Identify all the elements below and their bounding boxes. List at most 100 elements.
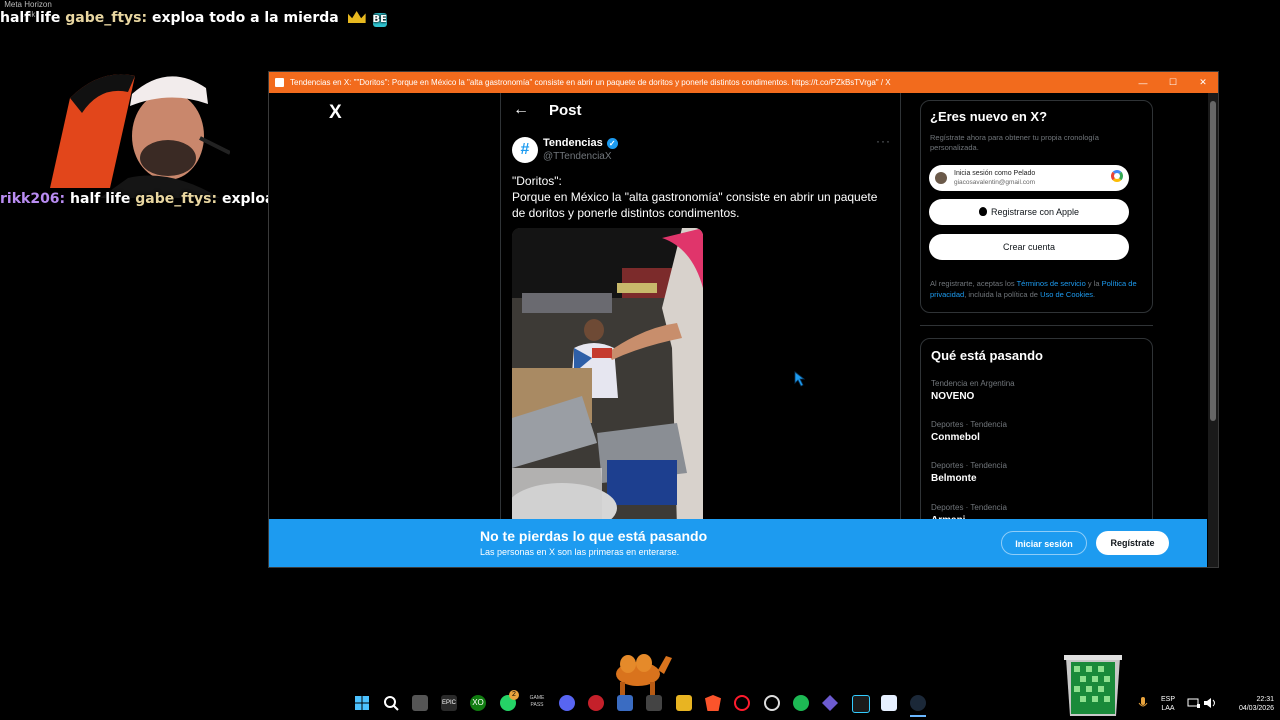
- whatsapp-notification-badge: 2: [509, 690, 519, 700]
- post-video[interactable]: [512, 228, 703, 528]
- apple-signup-button[interactable]: Registrarse con Apple: [929, 199, 1129, 225]
- search-icon[interactable]: [383, 695, 399, 711]
- brave-browser-icon[interactable]: [705, 695, 721, 711]
- post-text-line: "Doritos":: [512, 174, 562, 188]
- browser-window: Tendencias en X: ""Doritos": Porque en M…: [268, 71, 1219, 568]
- trend-meta: Deportes · Tendencia: [931, 503, 1007, 512]
- post-column: ← Post # Tendencias ✓ @TTendenciaX ··· "…: [500, 93, 901, 548]
- clock-time: 22:31: [1256, 696, 1274, 703]
- crown-icon: [347, 11, 366, 23]
- page-scrollbar[interactable]: [1208, 93, 1218, 567]
- keyboard-layout: LAA: [1161, 705, 1175, 712]
- spotify-icon[interactable]: [793, 695, 809, 711]
- windows-start-icon[interactable]: [354, 695, 370, 711]
- chat-keyword: half life: [0, 10, 61, 26]
- close-button[interactable]: ✕: [1188, 77, 1218, 88]
- terms-text: y la: [1085, 279, 1102, 288]
- signup-subtitle: Regístrate ahora para obtener tu propia …: [930, 133, 1099, 152]
- signup-terms: Al registrarte, aceptas los Términos de …: [930, 279, 1148, 300]
- xbox-game-pass-icon[interactable]: GAME PASS: [529, 695, 545, 711]
- trend-meta: Deportes · Tendencia: [931, 420, 1007, 429]
- google-logo-icon: [1111, 170, 1123, 182]
- author-avatar[interactable]: #: [512, 137, 538, 163]
- scrollbar-thumb[interactable]: [1210, 101, 1216, 421]
- register-button[interactable]: Regístrate: [1096, 531, 1169, 555]
- mouse-cursor-icon: [794, 371, 806, 387]
- login-button[interactable]: Iniciar sesión: [1001, 531, 1087, 555]
- trend-item[interactable]: Deportes · Tendencia Conmebol: [931, 420, 1007, 443]
- app-gray-icon[interactable]: [646, 695, 662, 711]
- webcam-feed: [40, 58, 230, 198]
- trend-name: Belmonte: [931, 473, 977, 484]
- volume-icon[interactable]: [1202, 695, 1218, 711]
- banner-subtitle: Las personas en X son las primeras en en…: [480, 547, 680, 557]
- signup-title: ¿Eres nuevo en X?: [930, 109, 1048, 124]
- apple-logo-icon: [978, 207, 987, 216]
- network-icon[interactable]: [1186, 695, 1202, 711]
- google-signin-label: Inicia sesión como Pelado: [954, 170, 1036, 177]
- window-titlebar[interactable]: Tendencias en X: ""Doritos": Porque en M…: [269, 72, 1218, 93]
- maximize-button[interactable]: ☐: [1158, 77, 1188, 88]
- app-blue-icon[interactable]: [617, 695, 633, 711]
- more-options-icon[interactable]: ···: [876, 134, 891, 148]
- terminal-icon[interactable]: [852, 695, 870, 713]
- trend-item[interactable]: Tendencia en Argentina NOVENO: [931, 379, 1015, 402]
- page-title: Post: [549, 101, 582, 119]
- cookies-link[interactable]: Uso de Cookies: [1040, 290, 1093, 299]
- terms-text: , incluida la política de: [964, 289, 1041, 299]
- back-arrow-icon[interactable]: ←: [513, 101, 549, 119]
- chat-username: gabe_ftys:: [135, 191, 218, 207]
- chat-username: rikk206:: [0, 191, 66, 207]
- banner-title: No te pierdas lo que está pasando: [480, 528, 708, 544]
- terms-of-service-link[interactable]: Términos de servicio: [1017, 279, 1086, 288]
- trend-item[interactable]: Deportes · Tendencia Belmonte: [931, 461, 1007, 484]
- trending-title: Qué está pasando: [931, 348, 1043, 363]
- system-clock[interactable]: 22:31 04/03/2026: [1222, 695, 1274, 713]
- opera-gx-icon[interactable]: [734, 695, 750, 711]
- author-name: Tendencias: [543, 137, 603, 149]
- trend-name: NOVENO: [931, 391, 975, 402]
- post-text-line: Porque en México la "alta gastronomía" c…: [512, 190, 878, 220]
- active-app-indicator: [910, 715, 926, 717]
- minimize-button[interactable]: —: [1128, 78, 1158, 88]
- epic-games-icon[interactable]: EPIC: [441, 695, 457, 711]
- obs-icon[interactable]: [764, 695, 780, 711]
- sidebar-divider: [920, 325, 1153, 326]
- taskbar: [0, 690, 1280, 720]
- app-red-icon[interactable]: [588, 695, 604, 711]
- verified-badge-icon: ✓: [606, 137, 618, 149]
- x-logo-icon[interactable]: X: [329, 102, 342, 124]
- clock-date: 04/03/2026: [1238, 705, 1274, 712]
- create-account-button[interactable]: Crear cuenta: [929, 234, 1129, 260]
- chat-message-top: half life gabe_ftys: exploa todo a la mi…: [0, 10, 387, 27]
- trend-name: Conmebol: [931, 432, 980, 443]
- language-indicator[interactable]: ESP LAA: [1158, 695, 1178, 713]
- chat-text: exploa todo a la mierda: [151, 10, 339, 26]
- microphone-icon[interactable]: [1135, 695, 1151, 711]
- channel-badge: BE: [372, 13, 387, 27]
- x-favicon-icon: [275, 78, 284, 87]
- google-account-avatar: [935, 172, 947, 184]
- terms-text: .: [1093, 289, 1096, 299]
- post-text: "Doritos": Porque en México la "alta gas…: [512, 173, 892, 221]
- author-handle[interactable]: @TTendenciaX: [543, 151, 612, 162]
- trend-meta: Tendencia en Argentina: [931, 379, 1015, 388]
- xbox-icon[interactable]: XO: [470, 695, 486, 711]
- meta-app-label: Meta Horizon: [4, 0, 52, 9]
- chat-keyword: half life: [70, 191, 131, 207]
- chat-username: gabe_ftys:: [65, 10, 148, 26]
- terms-text: Al registrarte, aceptas los: [930, 279, 1017, 288]
- task-view-icon[interactable]: [412, 695, 428, 711]
- file-explorer-icon[interactable]: [676, 695, 692, 711]
- app-white-icon[interactable]: [881, 695, 897, 711]
- whatsapp-icon[interactable]: 2: [500, 690, 519, 711]
- apple-signup-label: Registrarse con Apple: [990, 207, 1080, 217]
- google-signin-button[interactable]: Inicia sesión como Pelado giacosavalenti…: [929, 165, 1129, 191]
- steam-icon[interactable]: [910, 695, 926, 711]
- trend-meta: Deportes · Tendencia: [931, 461, 1007, 470]
- discord-icon[interactable]: [559, 695, 575, 711]
- language-code: ESP: [1160, 696, 1175, 703]
- signup-card: ¿Eres nuevo en X? Regístrate ahora para …: [920, 100, 1153, 313]
- login-prompt-banner: No te pierdas lo que está pasando Las pe…: [269, 519, 1207, 567]
- author-name-link[interactable]: Tendencias ✓: [543, 137, 618, 149]
